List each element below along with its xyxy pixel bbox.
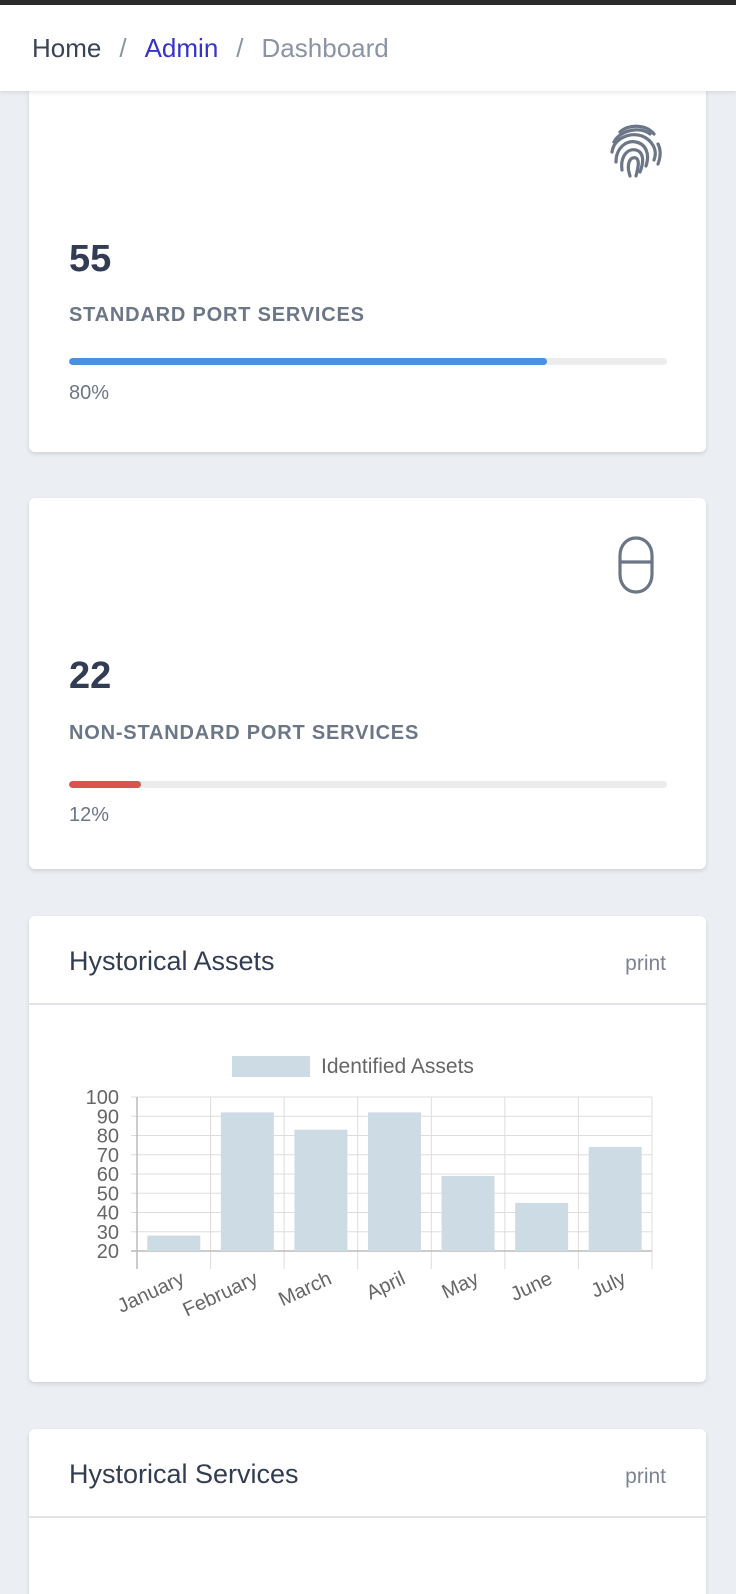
bar[interactable] [441,1175,495,1251]
services-bar-chart: Identified Services [29,1520,706,1594]
card-title: Hystorical Services [69,1459,299,1489]
breadcrumb-home-link[interactable]: Home [32,33,101,64]
card-title: Hystorical Assets [69,946,275,976]
bar[interactable] [147,1235,201,1251]
breadcrumb-current: Dashboard [261,32,389,63]
standard-port-services-card: 55 STANDARD PORT SERVICES 80% [29,80,706,452]
stat-value: 55 [69,238,112,280]
progress-bar [69,781,667,788]
x-tick-label: February [180,1268,262,1322]
fingerprint-icon [610,124,662,178]
bar[interactable] [368,1112,421,1251]
bar[interactable] [515,1202,569,1251]
y-tick-label: 20 [97,1241,119,1263]
x-tick-label: March [275,1268,335,1311]
stat-percent: 12% [69,804,110,826]
x-tick-label: May [439,1268,483,1304]
bar[interactable] [588,1147,642,1251]
legend-swatch[interactable] [232,1056,310,1077]
stat-value: 22 [69,655,112,697]
mouse-icon [618,536,654,594]
breadcrumb-admin-link[interactable]: Admin [145,33,219,64]
historical-services-card: Hystorical Services print Identified Ser… [29,1429,706,1594]
historical-assets-card: Hystorical Assets print Identified Asset… [29,916,706,1382]
card-header: Hystorical Assets print [29,916,706,1005]
stat-label: NON-STANDARD PORT SERVICES [69,722,420,744]
progress-fill [69,358,548,365]
x-tick-label: July [588,1268,630,1303]
breadcrumb-separator: / [119,32,127,63]
print-button[interactable]: print [625,1465,666,1489]
progress-fill [69,781,141,788]
breadcrumb-separator: / [236,32,244,63]
x-tick-label: June [507,1268,556,1306]
progress-bar [69,358,667,365]
bar[interactable] [220,1112,274,1251]
non-standard-port-services-card: 22 NON-STANDARD PORT SERVICES 12% [29,498,706,869]
bar[interactable] [294,1129,348,1251]
legend-label[interactable]: Identified Assets [321,1055,474,1078]
assets-bar-chart: Identified Assets1009080706050403020Janu… [86,1055,653,1322]
stat-label: STANDARD PORT SERVICES [69,304,365,326]
breadcrumb: Home / Admin / Dashboard [0,5,736,91]
card-header: Hystorical Services print [29,1429,706,1518]
x-tick-label: January [114,1268,188,1318]
stat-percent: 80% [69,382,110,404]
x-tick-label: April [363,1268,409,1305]
print-button[interactable]: print [625,952,666,976]
